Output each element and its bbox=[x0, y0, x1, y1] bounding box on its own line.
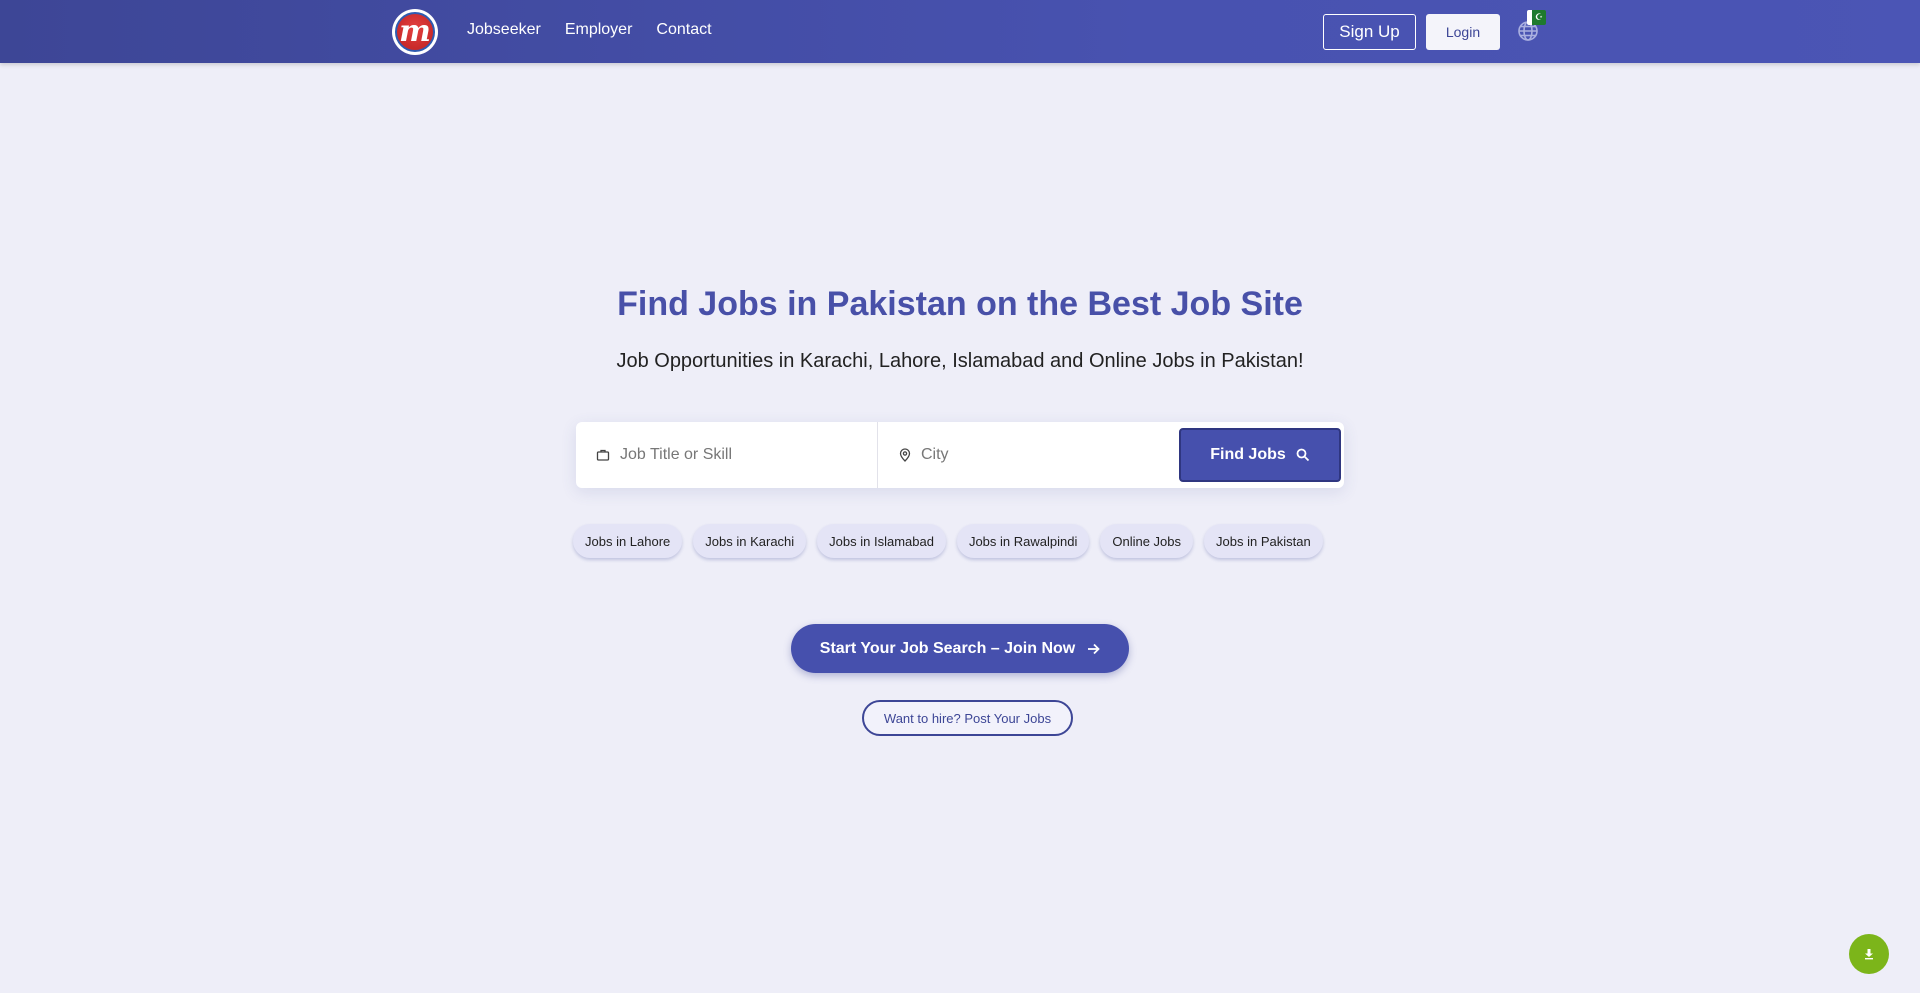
nav-link-contact[interactable]: Contact bbox=[656, 21, 711, 39]
pakistan-flag-icon: ☪ bbox=[1527, 10, 1546, 25]
post-jobs-button[interactable]: Want to hire? Post Your Jobs bbox=[862, 700, 1073, 736]
page-subtitle: Job Opportunities in Karachi, Lahore, Is… bbox=[616, 350, 1304, 372]
main-nav: Jobseeker Employer Contact bbox=[467, 21, 712, 39]
arrow-right-icon bbox=[1088, 643, 1101, 654]
popular-searches: Jobs in Lahore Jobs in Karachi Jobs in I… bbox=[573, 524, 1323, 558]
chip-jobs-in-rawalpindi[interactable]: Jobs in Rawalpindi bbox=[956, 524, 1090, 558]
nav-link-jobseeker[interactable]: Jobseeker bbox=[467, 21, 541, 39]
download-app-button[interactable] bbox=[1849, 934, 1889, 974]
signup-button[interactable]: Sign Up bbox=[1323, 14, 1416, 50]
search-icon bbox=[1296, 448, 1309, 462]
page-title: Find Jobs in Pakistan on the Best Job Si… bbox=[617, 285, 1303, 323]
find-jobs-label: Find Jobs bbox=[1210, 446, 1286, 463]
login-button[interactable]: Login bbox=[1426, 14, 1500, 50]
find-jobs-button[interactable]: Find Jobs bbox=[1179, 428, 1341, 482]
chip-jobs-in-pakistan[interactable]: Jobs in Pakistan bbox=[1204, 524, 1323, 558]
chip-jobs-in-karachi[interactable]: Jobs in Karachi bbox=[693, 524, 807, 558]
city-field bbox=[879, 422, 1179, 488]
location-pin-icon bbox=[899, 448, 911, 462]
job-title-field bbox=[576, 422, 878, 488]
briefcase-icon bbox=[596, 449, 610, 461]
logo-mark: m bbox=[395, 12, 435, 52]
chip-jobs-in-lahore[interactable]: Jobs in Lahore bbox=[573, 524, 683, 558]
site-logo[interactable]: m bbox=[392, 9, 438, 55]
join-now-button[interactable]: Start Your Job Search – Join Now bbox=[791, 624, 1129, 673]
chip-jobs-in-islamabad[interactable]: Jobs in Islamabad bbox=[817, 524, 946, 558]
city-input[interactable] bbox=[921, 446, 1141, 464]
chip-online-jobs[interactable]: Online Jobs bbox=[1100, 524, 1194, 558]
nav-link-employer[interactable]: Employer bbox=[565, 21, 633, 39]
top-navbar: m Jobseeker Employer Contact Sign Up Log… bbox=[0, 0, 1920, 63]
download-icon bbox=[1865, 949, 1873, 960]
job-search-form: Find Jobs bbox=[576, 422, 1344, 488]
job-title-input[interactable] bbox=[620, 446, 840, 464]
join-now-label: Start Your Job Search – Join Now bbox=[819, 639, 1076, 657]
